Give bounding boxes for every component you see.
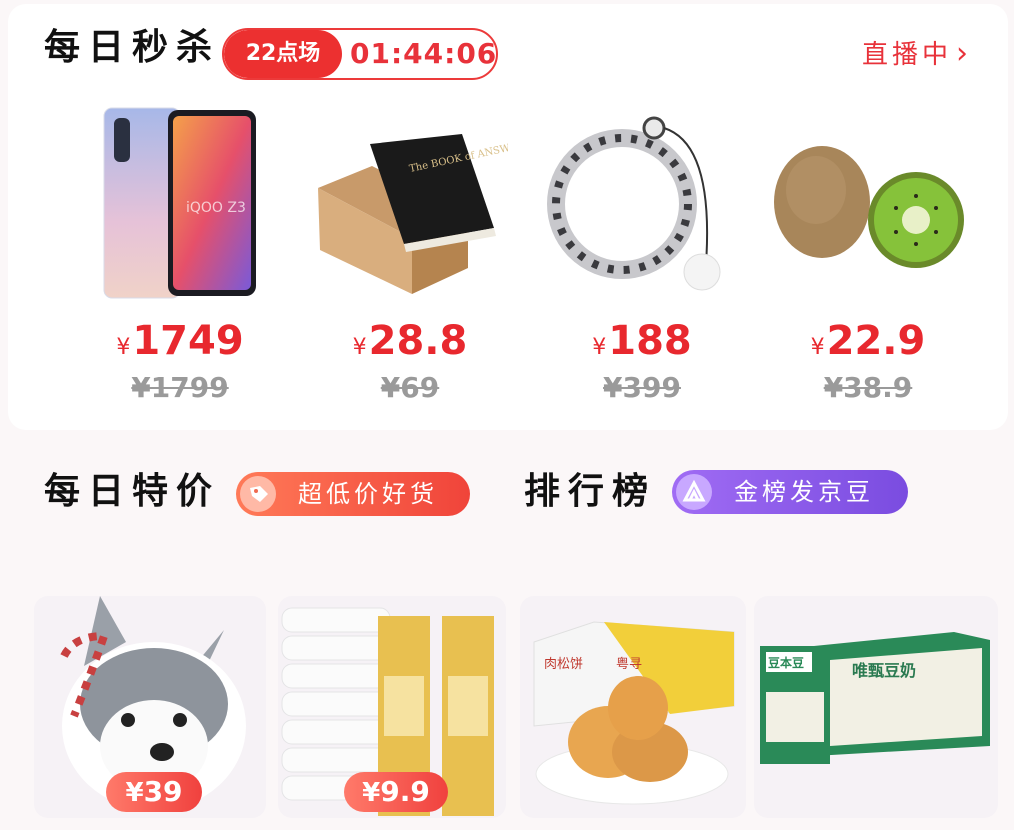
soy-milk-image: 唯甄豆奶 豆本豆 [760,632,990,764]
tile-price: ¥9.9 [344,772,448,812]
product-price: ¥22.9 [810,318,926,364]
tile-price: ¥39 [106,772,202,812]
daily-deals-tag-label: 超低价好货 [298,480,438,508]
deal-tile-pork-floss-cake[interactable]: 肉松饼 粤寻 [520,596,746,818]
live-link[interactable]: 直播中 › [862,32,972,76]
flash-product-phone[interactable]: iQOO Z3 ¥1749 ¥1799 [82,104,278,405]
ranking-tag[interactable]: 金榜发京豆 [672,470,908,514]
product-original-price: ¥399 [603,371,681,404]
product-price: ¥188 [592,318,692,364]
flash-product-book[interactable]: The BOOK of ANSWERS ¥28.8 ¥69 [312,104,533,405]
ranking-tag-label: 金榜发京豆 [734,478,874,506]
session-countdown-pill[interactable]: 22点场 01:44:06 [222,28,498,80]
deal-tile-husky-plush[interactable]: ¥39 [34,596,266,818]
flash-sale-title: 每日秒杀 [44,27,221,68]
hula-hoop-image [544,104,740,304]
product-price: ¥1749 [116,318,244,364]
live-label: 直播中 [862,40,953,70]
kiwi-image [770,104,966,304]
pork-floss-cake-image: 肉松饼 粤寻 [533,621,735,805]
phone-image: iQOO Z3 [82,104,278,304]
deal-tile-tissue-paper[interactable]: ¥9.9 [278,596,506,818]
soy-brand: 豆本豆 [768,655,804,670]
product-original-price: ¥1799 [131,371,229,404]
cake-box-brand: 肉松饼 [544,657,583,672]
daily-deals-tag[interactable]: 超低价好货 [236,472,470,516]
flash-product-hula-hoop[interactable]: ¥188 ¥399 [544,104,740,405]
product-original-price: ¥69 [380,371,440,404]
product-price: ¥28.8 [352,318,468,364]
soy-product-name: 唯甄豆奶 [852,661,916,680]
chevron-right-icon: › [956,36,973,71]
phone-brand-text: iQOO Z3 [186,200,246,216]
session-label: 22点场 [224,30,342,78]
book-image: The BOOK of ANSWERS [312,104,533,304]
flash-product-kiwi[interactable]: ¥22.9 ¥38.9 [770,104,966,405]
price-tag-icon [240,476,276,512]
daily-deals-title: 每日特价 [44,471,221,512]
ranking-title: 排行榜 [524,471,657,512]
cake-box-brand2: 粤寻 [616,656,642,672]
product-original-price: ¥38.9 [823,371,913,404]
deal-tile-soy-milk[interactable]: 唯甄豆奶 豆本豆 [754,596,998,818]
countdown-timer: 01:44:06 [350,37,498,70]
crown-icon [676,474,712,510]
